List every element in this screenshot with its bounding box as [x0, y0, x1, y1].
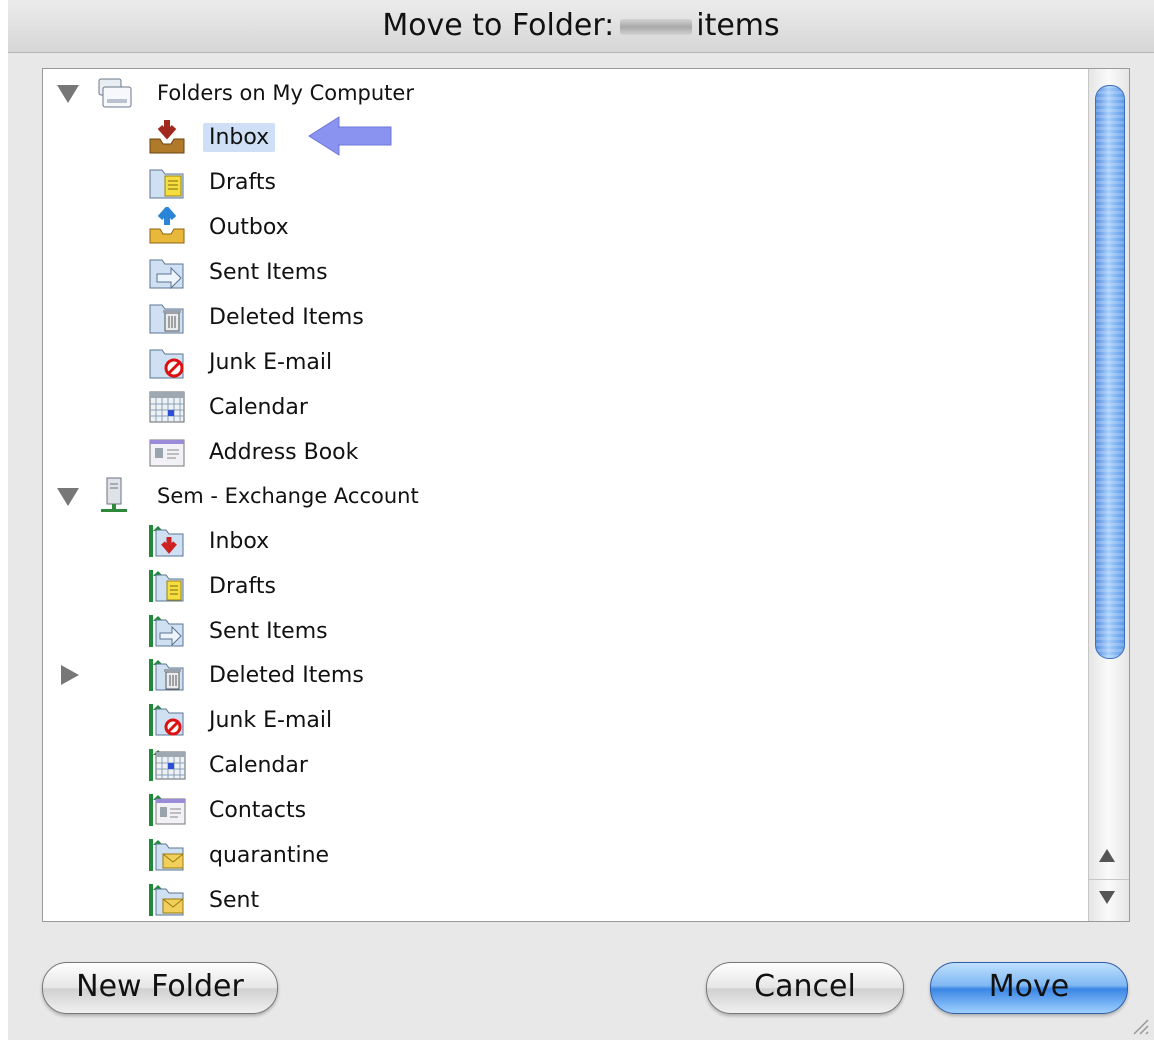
- folder-label: quarantine: [209, 843, 330, 868]
- folder-row-calendar[interactable]: Calendar: [43, 385, 1083, 429]
- pointer-arrow-icon: [308, 116, 392, 156]
- folder-label: Calendar: [209, 753, 308, 778]
- title-prefix: Move to Folder:: [382, 8, 615, 43]
- folder-label: Drafts: [209, 574, 276, 599]
- exchange-sent-icon: [149, 615, 184, 647]
- folder-row-exchange-sent-items[interactable]: Sent Items: [43, 609, 1083, 653]
- group-label: Sem - Exchange Account: [157, 484, 419, 508]
- folder-row-exchange-junk-email[interactable]: Junk E-mail: [43, 698, 1083, 742]
- scrollbar-thumb[interactable]: [1095, 85, 1125, 659]
- folder-row-exchange-contacts[interactable]: Contacts: [43, 788, 1083, 832]
- folder-label: Inbox: [209, 529, 270, 554]
- folder-row-outbox[interactable]: Outbox: [43, 205, 1083, 249]
- folder-label: Inbox: [203, 123, 276, 152]
- drafts-folder-icon: [149, 169, 184, 199]
- folder-label: Address Book: [209, 440, 359, 465]
- folder-row-exchange-quarantine[interactable]: quarantine: [43, 833, 1083, 877]
- folder-row-address-book[interactable]: Address Book: [43, 430, 1083, 474]
- move-button[interactable]: Move: [930, 962, 1128, 1014]
- folder-list[interactable]: Folders on My Computer Inbox Drafts Outb…: [42, 68, 1130, 922]
- folder-row-inbox[interactable]: Inbox: [43, 115, 1083, 159]
- folder-label: Contacts: [209, 798, 307, 823]
- new-folder-button[interactable]: New Folder: [42, 962, 278, 1014]
- folder-label: Deleted Items: [209, 305, 364, 330]
- folder-label: Sent Items: [209, 260, 328, 285]
- cancel-button[interactable]: Cancel: [706, 962, 904, 1014]
- folder-row-exchange-calendar[interactable]: Calendar: [43, 743, 1083, 787]
- trash-folder-icon: [149, 304, 184, 334]
- folder-label: Sent: [209, 888, 260, 913]
- computer-folders-icon: [98, 78, 132, 108]
- address-book-icon: [149, 439, 185, 467]
- exchange-inbox-icon: [149, 525, 184, 557]
- junk-folder-icon: [149, 349, 184, 379]
- folder-row-junk-email[interactable]: Junk E-mail: [43, 340, 1083, 384]
- folder-row-deleted-items[interactable]: Deleted Items: [43, 295, 1083, 339]
- inbox-tray-icon: [149, 120, 185, 154]
- window-edge: [0, 0, 8, 1040]
- scroll-down-arrow-icon[interactable]: [1099, 891, 1115, 904]
- folder-row-exchange-sent[interactable]: Sent: [43, 878, 1083, 921]
- folder-label: Deleted Items: [209, 663, 364, 688]
- exchange-junk-icon: [149, 704, 184, 736]
- title-bar: Move to Folder: items: [8, 0, 1154, 53]
- exchange-mail-folder-icon: [149, 839, 184, 871]
- folder-label: Junk E-mail: [209, 708, 333, 733]
- scroll-up-arrow-icon[interactable]: [1099, 849, 1115, 862]
- exchange-drafts-icon: [149, 570, 184, 602]
- folder-row-exchange-deleted-items[interactable]: Deleted Items: [43, 653, 1083, 697]
- outbox-tray-icon: [149, 207, 185, 244]
- calendar-icon: [149, 391, 185, 423]
- scrollbar-divider: [1089, 879, 1129, 880]
- disclosure-triangle-closed-icon[interactable]: [61, 665, 79, 685]
- group-row-exchange[interactable]: Sem - Exchange Account: [43, 474, 1083, 518]
- title-suffix: items: [696, 8, 780, 43]
- folder-label: Calendar: [209, 395, 308, 420]
- exchange-contacts-icon: [149, 794, 186, 826]
- exchange-mail-folder-icon: [149, 884, 184, 916]
- group-row-local[interactable]: Folders on My Computer: [43, 71, 1083, 115]
- exchange-server-icon: [101, 477, 127, 512]
- resize-grip-icon[interactable]: [1128, 1014, 1150, 1036]
- window-title: Move to Folder: items: [8, 8, 1154, 43]
- sent-folder-icon: [149, 259, 184, 290]
- folder-label: Outbox: [209, 215, 289, 240]
- folder-row-exchange-drafts[interactable]: Drafts: [43, 564, 1083, 608]
- disclosure-triangle-open-icon[interactable]: [57, 85, 79, 103]
- redacted-count: [620, 18, 693, 35]
- folder-row-sent-items[interactable]: Sent Items: [43, 250, 1083, 294]
- folder-label: Junk E-mail: [209, 350, 333, 375]
- folder-row-drafts[interactable]: Drafts: [43, 160, 1083, 204]
- group-label: Folders on My Computer: [157, 81, 414, 105]
- folder-label: Drafts: [209, 170, 276, 195]
- vertical-scrollbar[interactable]: [1088, 69, 1129, 921]
- folder-label: Sent Items: [209, 619, 328, 644]
- exchange-trash-icon: [149, 659, 184, 691]
- disclosure-triangle-open-icon[interactable]: [57, 488, 79, 506]
- folder-row-exchange-inbox[interactable]: Inbox: [43, 519, 1083, 563]
- exchange-calendar-icon: [149, 749, 186, 781]
